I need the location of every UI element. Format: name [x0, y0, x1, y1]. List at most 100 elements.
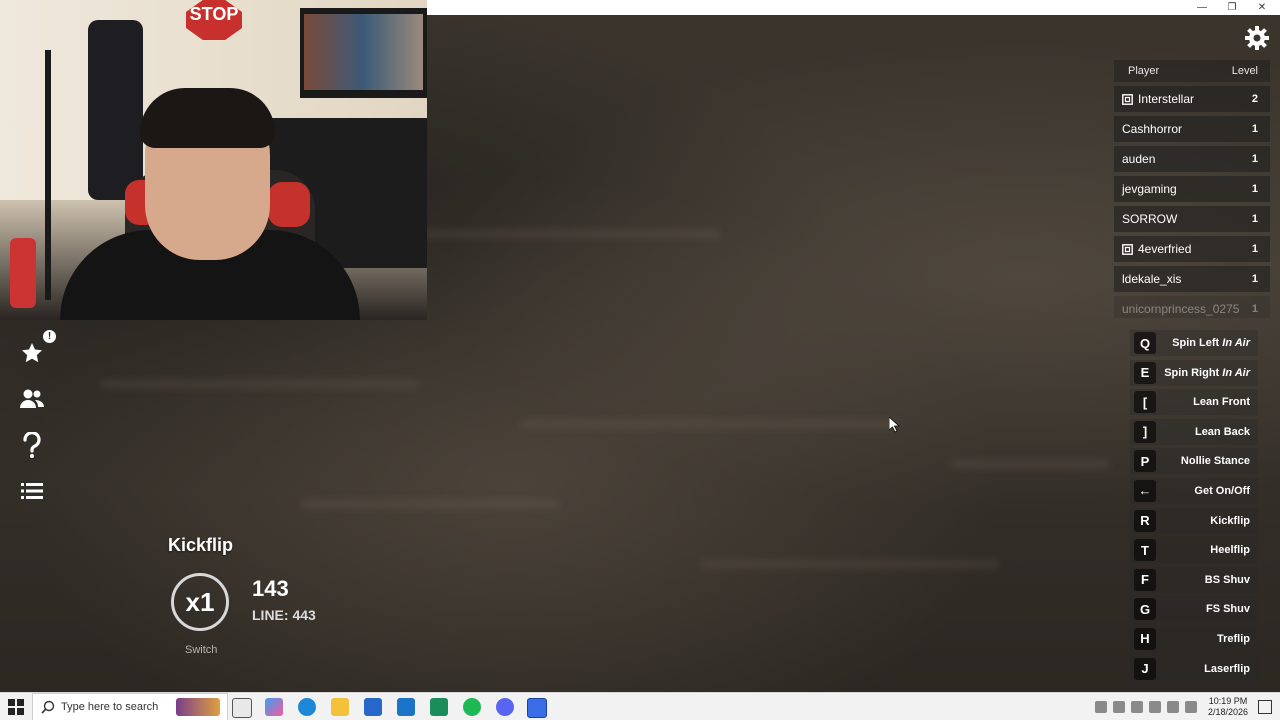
xbox-app-icon[interactable] [430, 698, 448, 716]
onedrive-icon[interactable] [1184, 701, 1197, 713]
controls-list: Q Spin Left In Air E Spin Right In Air [Lean… [1130, 330, 1258, 685]
maximize-button[interactable]: ❐ [1217, 0, 1247, 15]
edge-browser-icon[interactable] [298, 698, 316, 716]
player-row[interactable]: ldekale_xis 1 [1114, 266, 1270, 292]
search-highlight-icon[interactable] [176, 698, 220, 716]
search-placeholder: Type here to search [61, 701, 159, 713]
control-label: FS Shuv [1206, 603, 1250, 615]
player-row[interactable]: jevgaming 1 [1114, 176, 1270, 202]
windows-start-icon[interactable] [8, 699, 24, 715]
light-stand [45, 50, 51, 300]
help-button[interactable] [14, 427, 50, 463]
question-mark-icon [23, 432, 41, 458]
streamer-hair [140, 88, 275, 148]
player-row[interactable]: Cashhorror 1 [1114, 116, 1270, 142]
favorites-button[interactable] [14, 335, 50, 371]
outlook-icon[interactable] [397, 698, 415, 716]
control-action: Spin Left [1172, 337, 1220, 349]
trick-name: Kickflip [168, 535, 234, 555]
player-name-cell: SORROW [1122, 212, 1177, 226]
volume-icon[interactable] [1166, 701, 1179, 713]
player-list-header: Player Level [1114, 60, 1270, 82]
search-icon [41, 700, 55, 714]
key-cap: J [1134, 657, 1156, 680]
player-name: Interstellar [1138, 92, 1195, 106]
taskbar: Type here to search 10:19 PM 2/18/2026 [0, 692, 1280, 720]
player-row[interactable]: auden 1 [1114, 146, 1270, 172]
player-rows: Interstellar 2 Cashhorror 1 auden 1 jevgaming 1… [1114, 86, 1270, 318]
file-explorer-icon[interactable] [331, 698, 349, 716]
control-hint: G FS Shuv [1130, 596, 1258, 623]
control-hint: J Laserflip [1130, 655, 1258, 682]
player-name: ldekale_xis [1122, 272, 1182, 286]
control-action: BS Shuv [1204, 573, 1250, 586]
key-cap: [ [1134, 391, 1156, 414]
notification-center-icon[interactable] [1258, 700, 1272, 714]
store-icon[interactable] [364, 698, 382, 716]
friends-button[interactable] [14, 381, 50, 417]
ground-streak [300, 500, 560, 508]
clock-date: 2/18/2026 [1207, 707, 1248, 717]
ground-streak [420, 230, 720, 238]
users-icon [20, 389, 44, 408]
task-view-icon[interactable] [232, 698, 252, 718]
key-cap: ] [1134, 420, 1156, 443]
control-label: Spin Left In Air [1172, 337, 1250, 349]
chevron-up-icon[interactable] [1094, 701, 1107, 713]
control-action: Lean Back [1194, 425, 1250, 438]
key-cap: P [1134, 450, 1156, 473]
player-row[interactable]: unicornprincess_0275 1 [1114, 296, 1270, 318]
player-name: unicornprincess_0275 [1122, 302, 1240, 316]
menu-button[interactable] [14, 473, 50, 509]
control-hint: P Nollie Stance [1130, 448, 1258, 475]
control-action: Heelflip [1210, 544, 1250, 557]
player-row[interactable]: Interstellar 2 [1114, 86, 1270, 112]
mouse-cursor-icon [889, 417, 901, 433]
clock-time: 10:19 PM [1208, 696, 1248, 706]
ground-streak [950, 460, 1110, 468]
control-label: Spin Right In Air [1164, 367, 1250, 379]
control-hint: ] Lean Back [1130, 418, 1258, 445]
control-label: Laserflip [1204, 663, 1250, 675]
gear-icon [1245, 26, 1269, 50]
ground-streak [700, 560, 1000, 568]
bottle [10, 238, 36, 308]
roblox-icon[interactable] [527, 698, 547, 718]
control-action: Nollie Stance [1180, 455, 1250, 468]
control-hint: Q Spin Left In Air [1130, 330, 1258, 356]
control-action: Laserflip [1204, 662, 1250, 675]
mic-icon[interactable] [1148, 701, 1161, 713]
premium-icon [1122, 243, 1133, 255]
copilot-icon[interactable] [265, 698, 283, 716]
player-level: 2 [1251, 93, 1258, 105]
level-column-header: Level [1231, 65, 1258, 77]
tv [300, 8, 427, 98]
control-label: Get On/Off [1194, 485, 1250, 497]
discord-icon[interactable] [496, 698, 514, 716]
player-level: 1 [1251, 123, 1258, 135]
spotify-icon[interactable] [463, 698, 481, 716]
player-name-cell: Interstellar [1122, 92, 1194, 106]
stance-label: Switch [185, 644, 218, 656]
premium-icon [1122, 93, 1133, 105]
hanging-coat [88, 20, 143, 200]
key-cap: ← [1134, 479, 1156, 502]
close-button[interactable]: ✕ [1247, 0, 1277, 15]
star-icon [22, 343, 42, 363]
control-modifier: In Air [1222, 337, 1250, 349]
battery-icon[interactable] [1112, 701, 1125, 713]
settings-button[interactable] [1244, 25, 1270, 51]
player-row[interactable]: 4everfried 1 [1114, 236, 1270, 262]
control-hint: T Heelflip [1130, 537, 1258, 564]
player-list[interactable]: Player Level Interstellar 2 Cashhorror 1 aud… [1114, 60, 1270, 318]
taskbar-clock[interactable]: 10:19 PM 2/18/2026 [1208, 696, 1248, 718]
left-menu [14, 335, 50, 519]
player-row[interactable]: SORROW 1 [1114, 206, 1270, 232]
list-icon [21, 483, 43, 499]
control-label: Nollie Stance [1181, 455, 1250, 467]
key-cap: F [1134, 568, 1156, 591]
control-hint: R Kickflip [1130, 507, 1258, 534]
network-icon[interactable] [1130, 701, 1143, 713]
minimize-button[interactable]: — [1187, 0, 1217, 15]
system-tray: 10:19 PM 2/18/2026 [1092, 693, 1280, 720]
